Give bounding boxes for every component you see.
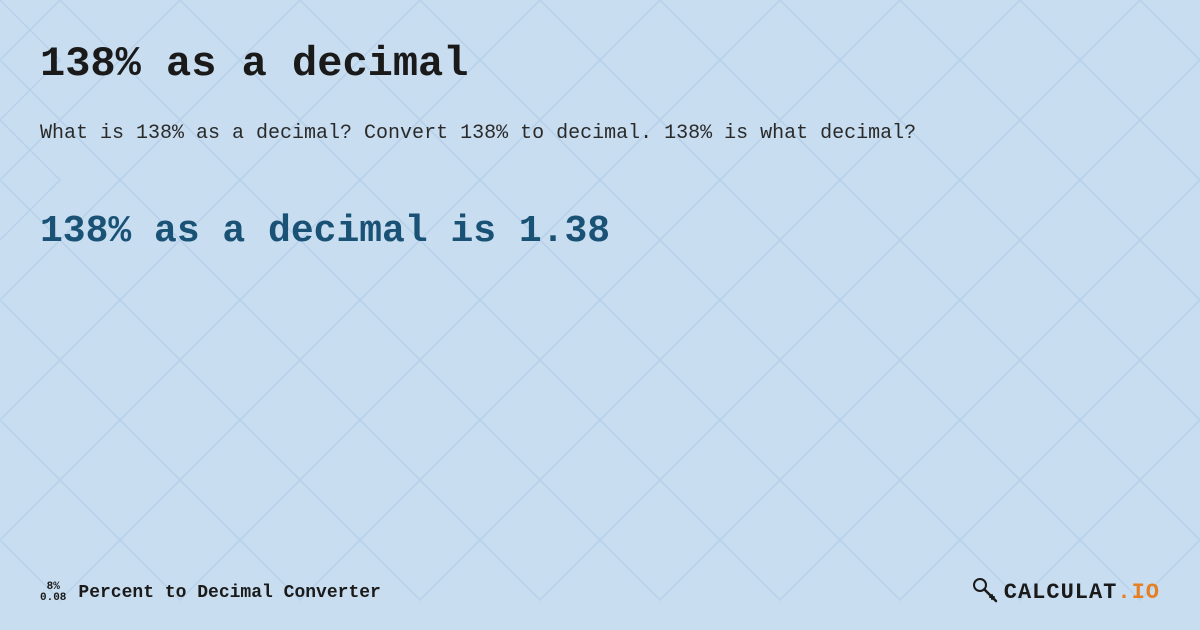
footer-left: 8% 0.08 Percent to Decimal Converter bbox=[40, 582, 381, 604]
result-section: 138% as a decimal is 1.38 bbox=[40, 210, 1160, 253]
page-title: 138% as a decimal bbox=[40, 40, 1160, 88]
result-text: 138% as a decimal is 1.38 bbox=[40, 210, 1160, 253]
main-content: 138% as a decimal What is 138% as a deci… bbox=[0, 0, 1200, 630]
logo-text: CALCULAT.IO bbox=[1004, 580, 1160, 605]
footer-label: Percent to Decimal Converter bbox=[78, 583, 380, 603]
footer: 8% 0.08 Percent to Decimal Converter CAL… bbox=[40, 575, 1160, 610]
decimal-label: 0.08 bbox=[40, 593, 66, 604]
percent-decimal-icon: 8% 0.08 bbox=[40, 582, 66, 604]
logo-icon bbox=[970, 575, 998, 610]
percent-label: 8% bbox=[47, 582, 60, 593]
calculat-logo[interactable]: CALCULAT.IO bbox=[970, 575, 1160, 610]
description-text: What is 138% as a decimal? Convert 138% … bbox=[40, 118, 1140, 150]
